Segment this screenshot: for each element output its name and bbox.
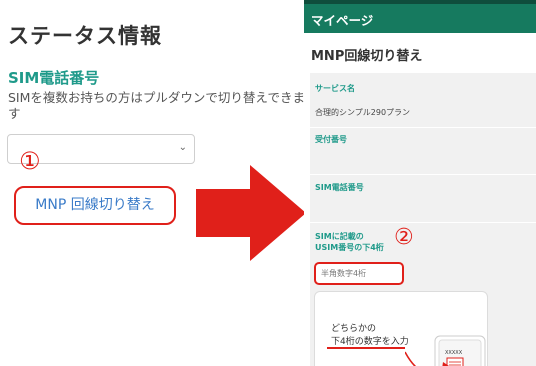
divider [310, 127, 536, 128]
help-text-line1: どちらかの [331, 324, 377, 334]
help-text-line2: 下4桁の数字を入力 [331, 337, 409, 347]
mypage-mnp-panel: マイページ MNP回線切り替え サービス名 合理的シンプル290プラン 受付番号… [304, 0, 536, 366]
help-underline [327, 347, 405, 349]
page-title: ステータス情報 [8, 24, 162, 48]
mypage-header: マイページ [304, 0, 536, 33]
mypage-header-title: マイページ [311, 13, 374, 28]
step-1-annotation: ① [19, 147, 41, 175]
usim-input-placeholder: 半角数字4桁 [321, 269, 367, 278]
usim-last4-input[interactable]: 半角数字4桁 [314, 262, 404, 285]
step-2-annotation: ② [394, 225, 414, 250]
usim-help-box: どちらかの 下4桁の数字を入力 XXXXX [314, 291, 488, 366]
mnp-page-title: MNP回線切り替え [311, 49, 423, 64]
sim-card-code: XXXXX [445, 350, 463, 356]
sim-phone-number-label: SIM電話番号 [315, 183, 364, 192]
mnp-switch-button[interactable]: MNP 回線切り替え [14, 186, 176, 225]
usim-digits-label-line1: SIMに記載の [315, 232, 364, 241]
sim-phone-section-heading: SIM電話番号 [8, 69, 100, 87]
service-name-value: 合理的シンプル290プラン [315, 108, 411, 117]
reception-number-label: 受付番号 [315, 135, 347, 144]
description-line-1: SIMを複数お持ちの方はプルダウンで切り替えできま [8, 90, 305, 105]
service-name-label: サービス名 [315, 84, 355, 93]
divider [310, 222, 536, 223]
chevron-down-icon: ⌄ [178, 142, 187, 153]
sim-card-illustration: XXXXX [405, 335, 486, 366]
right-arrow-icon [196, 165, 306, 261]
usim-digits-label-line2: USIM番号の下4桁 [315, 243, 384, 252]
sim-switch-description: SIMを複数お持ちの方はプルダウンで切り替えできま す [8, 90, 305, 122]
divider [310, 174, 536, 175]
mnp-form-card: サービス名 合理的シンプル290プラン 受付番号 SIM電話番号 SIMに記載の… [310, 73, 536, 366]
description-line-2: す [8, 106, 21, 121]
